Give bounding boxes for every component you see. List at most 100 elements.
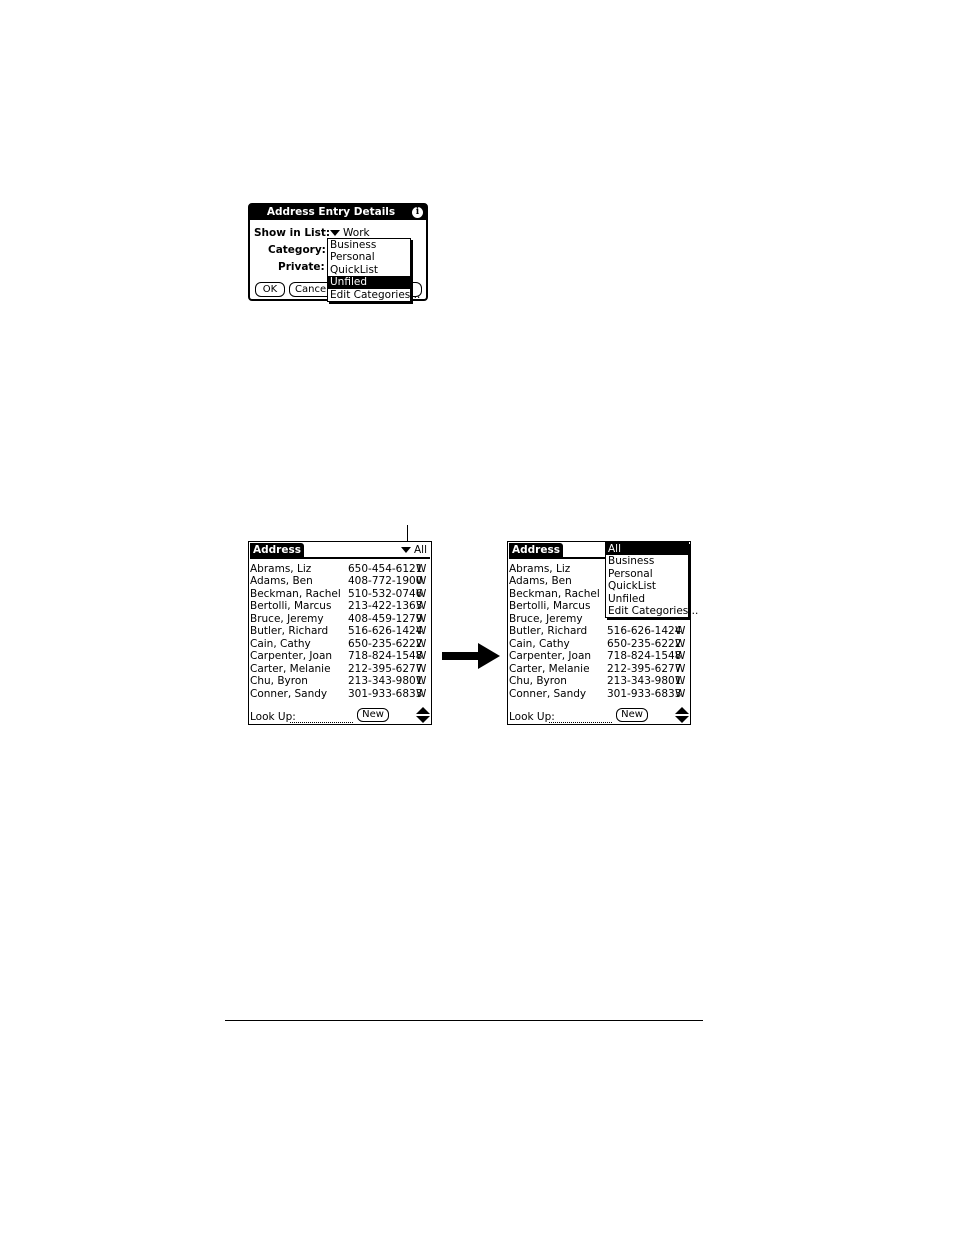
menu-item-personal[interactable]: Personal (328, 251, 410, 263)
contact-name: Carpenter, Joan (250, 650, 333, 663)
category-trigger[interactable]: All (400, 544, 427, 556)
contact-name: Carpenter, Joan (509, 650, 592, 663)
lookup-input[interactable] (549, 722, 612, 723)
menu-item-business[interactable]: Business (328, 239, 410, 251)
address-row[interactable]: Carter, Melanie 212-395-6277 W (250, 663, 430, 675)
address-row[interactable]: Butler, Richard 516-626-1424 W (250, 625, 430, 637)
scroll-up-icon[interactable] (675, 707, 689, 714)
phone-type: W (416, 637, 427, 650)
header-divider (250, 557, 430, 559)
scroll-down-icon[interactable] (416, 716, 430, 723)
menu-item-unfiled[interactable]: Unfiled (606, 593, 688, 605)
contact-phone: 650-235-6222 (348, 637, 423, 650)
contact-phone: 650-235-6222 (607, 637, 682, 650)
address-row[interactable]: Cain, Cathy 650-235-6222 W (509, 638, 689, 650)
menu-item-edit-categories[interactable]: Edit Categories... (328, 289, 420, 301)
menu-item-quicklist[interactable]: QuickList (606, 580, 688, 592)
contact-phone: 212-395-6277 (607, 662, 682, 675)
contact-name: Conner, Sandy (250, 687, 328, 700)
contact-phone: 212-395-6277 (348, 662, 423, 675)
phone-type: W (675, 625, 686, 638)
address-row[interactable]: Cain, Cathy 650-235-6222 W (250, 638, 430, 650)
contact-name: Cain, Cathy (250, 637, 311, 650)
scroll-down-icon[interactable] (675, 716, 689, 723)
menu-item-unfiled[interactable]: Unfiled (328, 276, 410, 289)
menu-item-all[interactable]: All (606, 543, 688, 556)
address-row[interactable]: Butler, Richard 516-626-1424 W (509, 625, 689, 637)
contact-phone: 301-933-6833 (348, 687, 423, 700)
menu-item-business[interactable]: Business (606, 555, 688, 567)
address-row[interactable]: Beckman, Rachel 510-532-0746 W (250, 588, 430, 600)
app-title: Address (250, 543, 304, 558)
address-row[interactable]: Bertolli, Marcus 213-422-1363 W (250, 600, 430, 612)
page-divider (225, 1020, 703, 1021)
address-row[interactable]: Chu, Byron 213-343-9801 W (250, 675, 430, 687)
dropdown-arrow-icon (400, 547, 411, 553)
phone-type: W (675, 662, 686, 675)
menu-item-personal[interactable]: Personal (606, 568, 688, 580)
address-row[interactable]: Bruce, Jeremy 408-459-1279 W (250, 613, 430, 625)
contact-name: Chu, Byron (250, 675, 308, 688)
contact-phone: 516-626-1424 (348, 625, 423, 638)
address-row[interactable]: Carter, Melanie 212-395-6277 W (509, 663, 689, 675)
contact-phone: 510-532-0746 (348, 587, 423, 600)
menu-item-quicklist[interactable]: QuickList (328, 264, 410, 276)
contact-name: Beckman, Rachel (509, 587, 600, 600)
new-button[interactable]: New (357, 708, 389, 722)
contact-name: Chu, Byron (509, 675, 567, 688)
phone-type: W (416, 675, 427, 688)
phone-type: W (675, 650, 686, 663)
right-arrow-icon (442, 643, 500, 669)
scroll-arrows[interactable] (675, 707, 689, 723)
menu-item-edit-categories[interactable]: Edit Categories... (606, 605, 698, 617)
contact-name: Butler, Richard (509, 625, 588, 638)
phone-type: W (675, 637, 686, 650)
info-icon[interactable]: i (412, 207, 423, 218)
ok-button[interactable]: OK (255, 282, 285, 297)
contact-name: Abrams, Liz (509, 563, 571, 575)
new-button[interactable]: New (616, 708, 648, 722)
dropdown-arrow-icon (330, 230, 340, 236)
lookup-label: Look Up: (250, 711, 296, 723)
address-row[interactable]: Carpenter, Joan 718-824-1548 W (509, 650, 689, 662)
category-popup-menu: Business Personal QuickList Unfiled Edit… (327, 238, 420, 302)
contact-name: Conner, Sandy (509, 687, 587, 700)
phone-type: W (416, 600, 427, 613)
phone-type: W (416, 662, 427, 675)
contact-phone: 213-343-9801 (607, 675, 682, 688)
contact-phone: 650-454-6121 (348, 563, 423, 575)
address-row[interactable]: Carpenter, Joan 718-824-1548 W (250, 650, 430, 662)
address-row[interactable]: Conner, Sandy 301-933-6833 W (509, 688, 689, 700)
contact-name: Carter, Melanie (509, 662, 590, 675)
address-list-screen-before: Address All Abrams, Liz 650-454-6121 W Adam… (248, 541, 432, 725)
category-label: Category: (268, 244, 326, 256)
address-row[interactable]: Chu, Byron 213-343-9801 W (509, 675, 689, 687)
phone-type: W (416, 612, 427, 625)
contact-phone: 213-343-9801 (348, 675, 423, 688)
show-in-list-label: Show in List: (254, 227, 331, 239)
contact-name: Butler, Richard (250, 625, 329, 638)
dialog-title: Address Entry Details (250, 205, 426, 220)
contact-name: Beckman, Rachel (250, 587, 341, 600)
contact-name: Cain, Cathy (509, 637, 570, 650)
category-value: All (413, 544, 427, 556)
address-row[interactable]: Conner, Sandy 301-933-6833 W (250, 688, 430, 700)
contact-phone: 213-422-1363 (348, 600, 423, 613)
phone-type: W (675, 687, 686, 700)
contact-phone: 718-824-1548 (607, 650, 682, 663)
scroll-arrows[interactable] (416, 707, 430, 723)
address-row[interactable]: Adams, Ben 408-772-1900 W (250, 575, 430, 587)
contact-phone: 718-824-1548 (348, 650, 423, 663)
private-label: Private: (278, 261, 325, 273)
contact-name: Abrams, Liz (250, 563, 312, 575)
contact-name: Bruce, Jeremy (509, 612, 583, 625)
scroll-up-icon[interactable] (416, 707, 430, 714)
lookup-input[interactable] (290, 722, 353, 723)
address-row[interactable]: Abrams, Liz 650-454-6121 W (250, 563, 430, 575)
contact-phone: 301-933-6833 (607, 687, 682, 700)
contact-phone: 408-772-1900 (348, 575, 423, 588)
phone-type: W (416, 563, 427, 575)
contact-name: Bruce, Jeremy (250, 612, 324, 625)
phone-type: W (416, 575, 427, 588)
contact-name: Carter, Melanie (250, 662, 331, 675)
